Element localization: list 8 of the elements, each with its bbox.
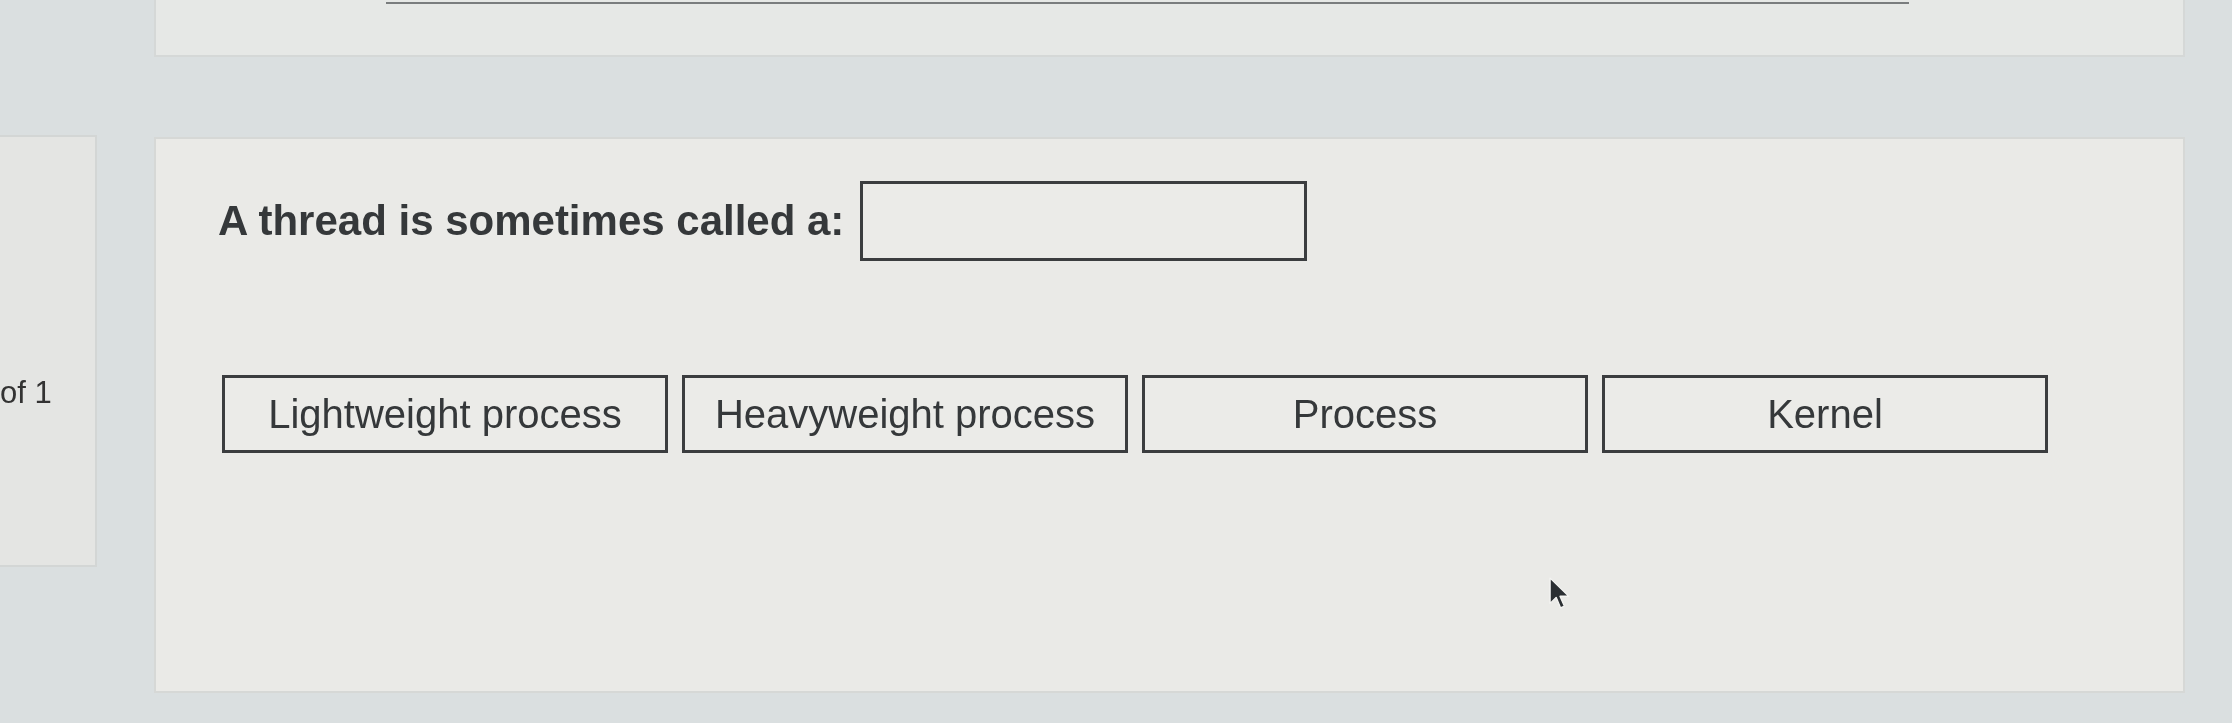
- answer-option[interactable]: Kernel: [1602, 375, 2048, 453]
- answer-option[interactable]: Process: [1142, 375, 1588, 453]
- answer-box[interactable]: [860, 181, 1308, 261]
- answer-option[interactable]: Lightweight process: [222, 375, 668, 453]
- question-text: A thread is sometimes called a:: [218, 196, 845, 246]
- answer-option[interactable]: Heavyweight process: [682, 375, 1128, 453]
- question-counter: of 1: [0, 375, 52, 411]
- cursor-icon: [1549, 577, 1571, 610]
